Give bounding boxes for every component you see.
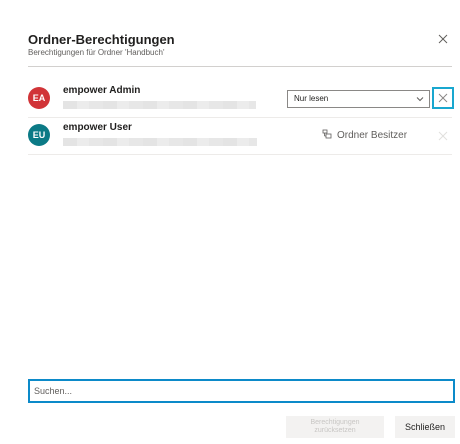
header-divider: [28, 66, 452, 67]
dialog-subtitle: Berechtigungen für Ordner 'Handbuch': [28, 48, 165, 57]
owner-icon: [322, 129, 332, 142]
reset-label-line2: zurücksetzen: [314, 427, 356, 434]
close-icon[interactable]: [436, 32, 450, 46]
avatar: EA: [28, 87, 50, 109]
permission-dropdown[interactable]: Nur lesen: [287, 90, 430, 108]
avatar: EU: [28, 124, 50, 146]
user-name: empower User: [63, 122, 132, 133]
row-divider: [28, 154, 452, 155]
chevron-down-icon: [415, 94, 425, 104]
remove-icon: [437, 129, 449, 141]
list-item: EA empower Admin Nur lesen: [28, 84, 454, 118]
redacted-email: [63, 101, 256, 109]
owner-label: Ordner Besitzer: [322, 129, 407, 142]
reset-permissions-button[interactable]: Berechtigungen zurücksetzen: [286, 416, 384, 438]
reset-label-line1: Berechtigungen: [310, 419, 360, 426]
redacted-email: [63, 138, 257, 146]
close-button[interactable]: Schließen: [395, 416, 455, 438]
owner-role: Ordner Besitzer: [337, 130, 408, 141]
user-name: empower Admin: [63, 85, 141, 96]
permissions-dialog: Ordner-Berechtigungen Berechtigungen für…: [0, 0, 460, 444]
search-input[interactable]: [28, 379, 455, 403]
permission-value: Nur lesen: [294, 94, 329, 103]
dialog-title: Ordner-Berechtigungen: [28, 32, 175, 47]
row-divider: [28, 117, 452, 118]
list-item: EU empower User Ordner Besitzer: [28, 121, 452, 155]
remove-icon: [438, 93, 448, 103]
remove-user-button[interactable]: [432, 87, 454, 109]
